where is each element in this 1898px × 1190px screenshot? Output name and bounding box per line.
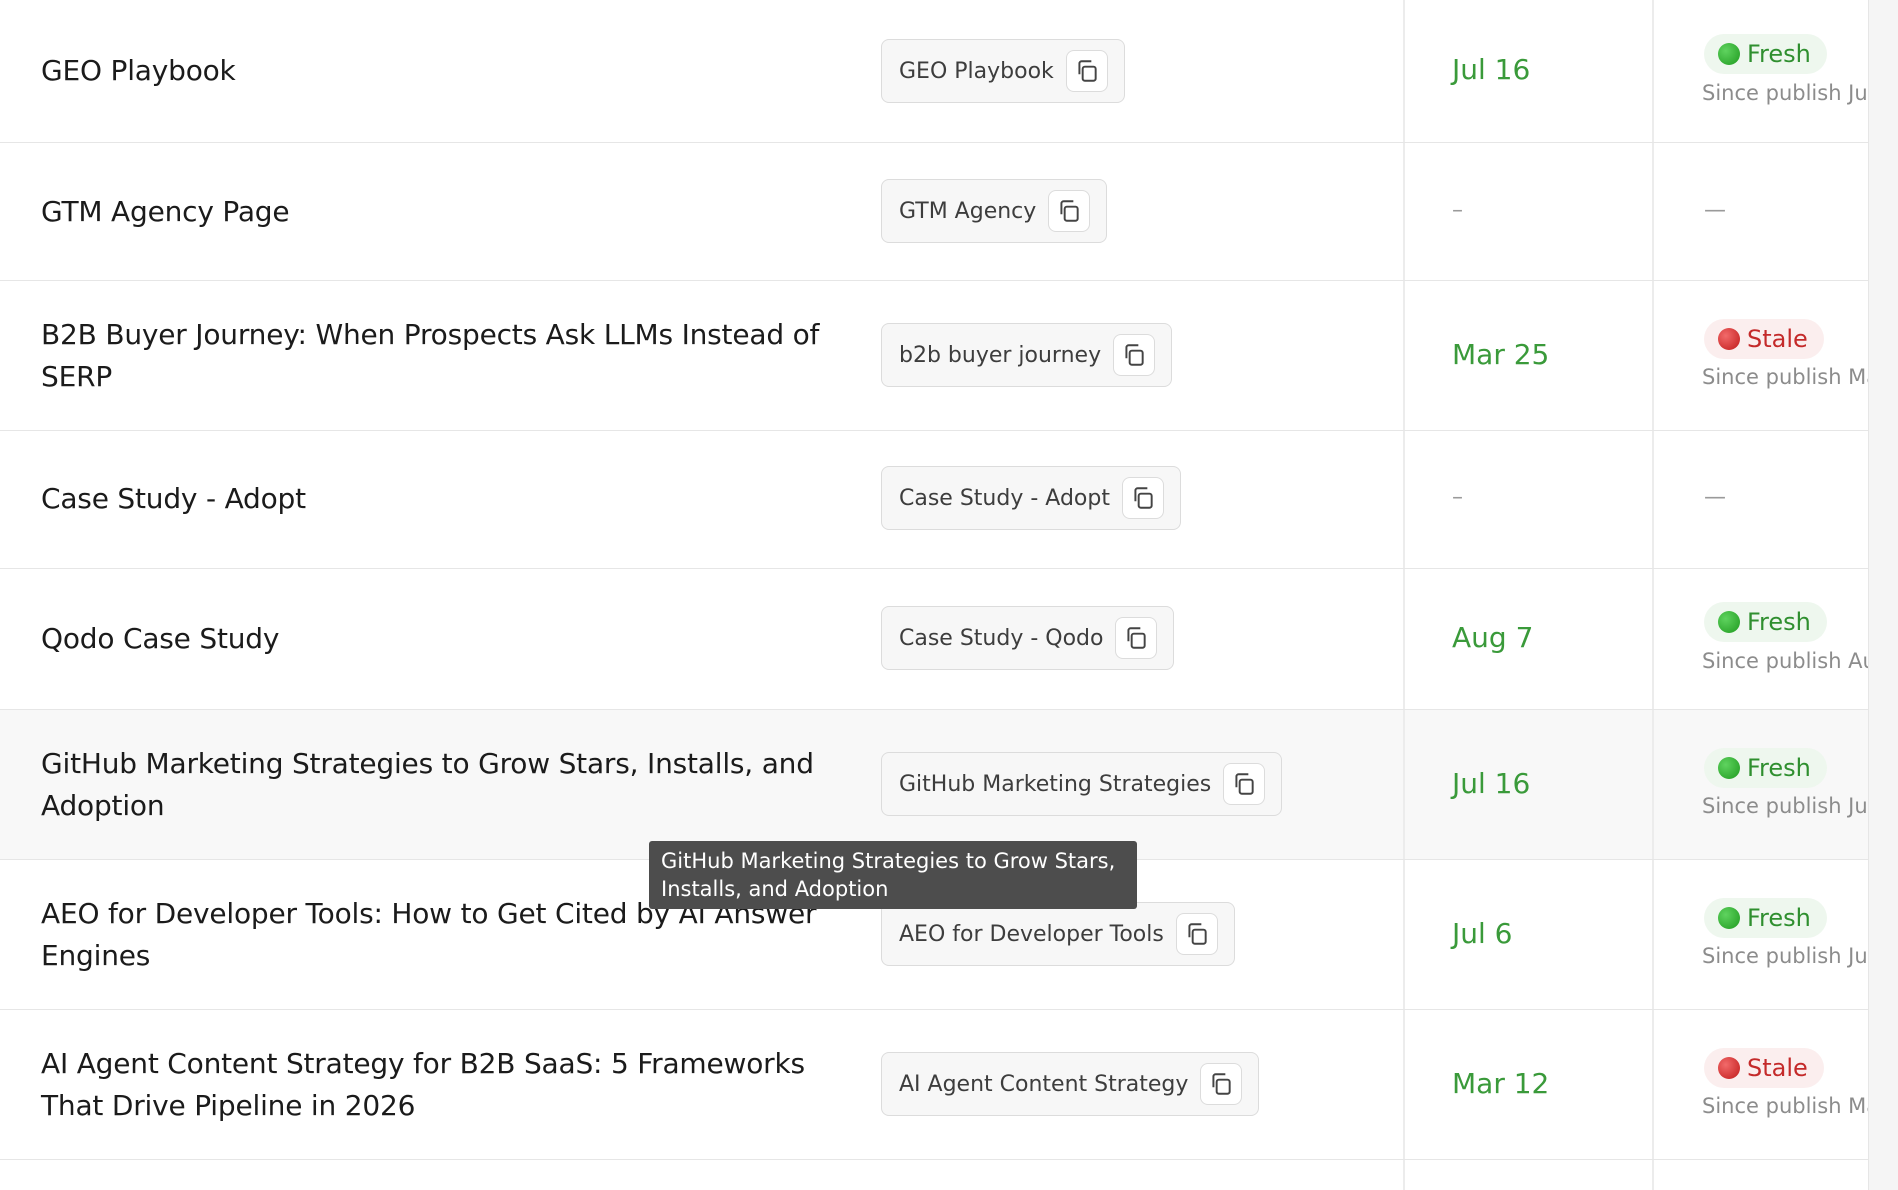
status-badge: Fresh: [1704, 602, 1827, 642]
slug-chip[interactable]: AI Agent Content Strategy: [881, 1052, 1260, 1116]
published-date: Mar 12: [1452, 1067, 1550, 1100]
published-date: –: [1452, 485, 1463, 510]
copy-button[interactable]: [1065, 50, 1108, 92]
red-circle-icon: [1718, 1057, 1740, 1079]
copy-icon: [1127, 627, 1147, 649]
slug-chip[interactable]: AEO for Developer Tools: [881, 902, 1235, 966]
slug-label: Case Study - Adopt: [899, 485, 1110, 511]
copy-button[interactable]: [1175, 913, 1218, 955]
tooltip: GitHub Marketing Strategies to Grow Star…: [649, 841, 1137, 909]
slug-label: GitHub Marketing Strategies: [899, 771, 1212, 797]
row-title[interactable]: GEO Playbook: [41, 50, 821, 92]
slug-chip[interactable]: GEO Playbook: [881, 39, 1125, 103]
slug-label: GTM Agency: [899, 198, 1037, 224]
copy-icon: [1212, 1073, 1232, 1095]
slug-label: AEO for Developer Tools: [899, 921, 1164, 947]
copy-button[interactable]: [1121, 477, 1164, 519]
slug-label: GEO Playbook: [899, 58, 1054, 84]
status-label: Fresh: [1747, 40, 1811, 68]
copy-icon: [1188, 923, 1207, 945]
table-row[interactable]: Qodo Case Study Case Study - Qodo Aug 7 …: [0, 569, 1868, 710]
copy-button[interactable]: [1223, 763, 1266, 805]
content-table: GEO Playbook GEO Playbook Jul 16 Fresh S…: [0, 0, 1868, 1190]
status-label: Fresh: [1747, 904, 1811, 932]
copy-button[interactable]: [1115, 617, 1158, 659]
red-circle-icon: [1718, 328, 1740, 350]
green-circle-icon: [1718, 611, 1740, 633]
slug-chip[interactable]: Case Study - Adopt: [881, 466, 1181, 530]
row-title[interactable]: Case Study - Adopt: [41, 478, 821, 520]
copy-icon: [1060, 200, 1079, 222]
table-row[interactable]: B2B Buyer Journey: When Prospects Ask LL…: [0, 281, 1868, 431]
status-empty: —: [1704, 198, 1726, 223]
status-label: Stale: [1747, 325, 1808, 353]
scrollbar[interactable]: [1868, 0, 1898, 1190]
green-circle-icon: [1718, 757, 1740, 779]
since-publish-text: Since publish Jul: [1702, 794, 1868, 818]
row-title[interactable]: AI Agent Content Strategy for B2B SaaS: …: [41, 1043, 821, 1127]
copy-button[interactable]: [1048, 190, 1091, 232]
published-date: Aug 7: [1452, 621, 1534, 654]
slug-label: Case Study - Qodo: [899, 625, 1104, 651]
copy-icon: [1125, 344, 1144, 366]
row-title[interactable]: B2B Buyer Journey: When Prospects Ask LL…: [41, 314, 821, 398]
since-publish-text: Since publish Jul: [1702, 944, 1868, 968]
slug-chip[interactable]: GTM Agency: [881, 179, 1108, 243]
since-publish-text: Since publish Ma: [1702, 1094, 1868, 1118]
table-row[interactable]: GEO Playbook GEO Playbook Jul 16 Fresh S…: [0, 0, 1868, 143]
table-row[interactable]: Case Study - Adopt Case Study - Adopt – …: [0, 431, 1868, 569]
since-publish-text: Since publish Jul: [1702, 81, 1868, 105]
table-row[interactable]: GTM Agency Page GTM Agency – —: [0, 143, 1868, 281]
published-date: Jul 6: [1452, 917, 1513, 950]
status-badge: Stale: [1704, 319, 1824, 359]
status-label: Stale: [1747, 1054, 1808, 1082]
status-empty: —: [1704, 485, 1726, 510]
copy-icon: [1134, 487, 1153, 509]
green-circle-icon: [1718, 43, 1740, 65]
copy-icon: [1078, 60, 1097, 82]
status-badge: Stale: [1704, 1048, 1824, 1088]
status-label: Fresh: [1747, 754, 1811, 782]
row-title[interactable]: GitHub Marketing Strategies to Grow Star…: [41, 743, 821, 827]
slug-label: AI Agent Content Strategy: [899, 1071, 1189, 1097]
table-row[interactable]: GitHub Marketing Strategies to Grow Star…: [0, 710, 1868, 860]
copy-icon: [1235, 773, 1254, 795]
published-date: Jul 16: [1452, 767, 1531, 800]
status-badge: Fresh: [1704, 748, 1827, 788]
since-publish-text: Since publish Ma: [1702, 365, 1868, 389]
slug-label: b2b buyer journey: [899, 342, 1102, 368]
row-title[interactable]: Qodo Case Study: [41, 618, 821, 660]
green-circle-icon: [1718, 907, 1740, 929]
slug-chip[interactable]: Case Study - Qodo: [881, 606, 1175, 670]
slug-chip[interactable]: GitHub Marketing Strategies: [881, 752, 1283, 816]
copy-button[interactable]: [1200, 1063, 1243, 1105]
status-badge: Fresh: [1704, 34, 1827, 74]
since-publish-text: Since publish Au: [1702, 649, 1868, 673]
published-date: –: [1452, 198, 1463, 223]
published-date: Mar 25: [1452, 338, 1550, 371]
slug-chip[interactable]: b2b buyer journey: [881, 323, 1173, 387]
published-date: Jul 16: [1452, 53, 1531, 86]
table-row[interactable]: [0, 1160, 1868, 1190]
row-title[interactable]: GTM Agency Page: [41, 191, 821, 233]
status-label: Fresh: [1747, 608, 1811, 636]
table-row[interactable]: AI Agent Content Strategy for B2B SaaS: …: [0, 1010, 1868, 1160]
status-badge: Fresh: [1704, 898, 1827, 938]
copy-button[interactable]: [1113, 334, 1156, 376]
